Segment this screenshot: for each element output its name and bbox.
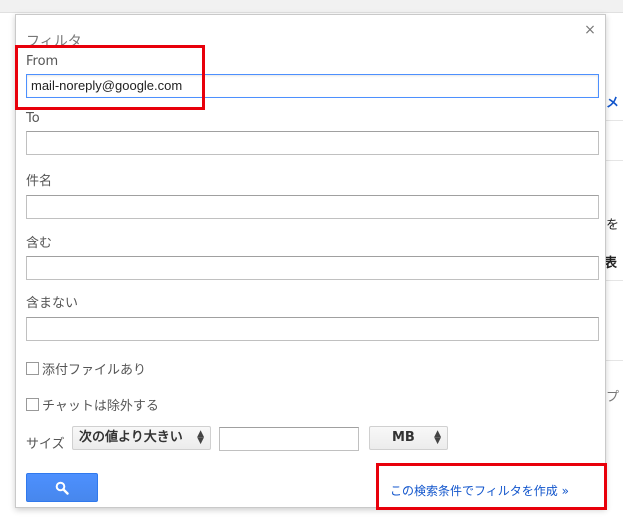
background-divider [605,280,623,281]
background-text-fragment: を [606,218,620,233]
exclude-chats-row[interactable]: チャットは除外する [26,395,159,414]
doesnt-have-input[interactable] [26,317,599,341]
search-button[interactable] [26,473,98,502]
to-input[interactable] [26,131,599,155]
has-words-input[interactable] [26,256,599,280]
background-divider [605,160,623,161]
has-attachment-checkbox[interactable] [26,362,39,375]
background-text-fragment: メ [606,96,620,111]
has-attachment-row[interactable]: 添付ファイルあり [26,359,146,378]
has-words-label: 含む [26,236,53,251]
dialog-title: フィルタ [26,34,82,50]
has-attachment-label: 添付ファイルあり [42,363,147,378]
doesnt-have-label: 含まない [26,296,79,311]
close-icon[interactable]: × [583,23,597,37]
from-label: From [26,54,59,69]
exclude-chats-checkbox[interactable] [26,398,39,411]
search-icon [55,481,69,495]
background-divider [605,120,623,121]
size-comparator-value: 次の値より大きい [79,430,183,445]
to-label: To [26,111,40,126]
select-arrows-icon: ▲ ▼ [197,429,204,446]
create-filter-link[interactable]: この検索条件でフィルタを作成 » [390,482,569,499]
size-unit-value: MB [392,430,415,445]
size-value-input[interactable] [219,427,359,451]
background-toolbar [0,0,623,13]
size-comparator-select[interactable]: 次の値より大きい ▲ ▼ [72,426,211,450]
background-divider [605,360,623,361]
subject-label: 件名 [26,174,53,189]
size-unit-select[interactable]: MB ▲ ▼ [369,426,448,450]
size-label: サイズ [26,437,65,452]
exclude-chats-label: チャットは除外する [42,399,159,414]
background-text-fragment: プ [606,390,620,405]
subject-input[interactable] [26,195,599,219]
from-input[interactable]: mail-noreply@google.com [26,74,599,98]
select-arrows-icon: ▲ ▼ [434,429,441,446]
filter-dialog: × フィルタ From mail-noreply@google.com To 件… [15,14,606,508]
